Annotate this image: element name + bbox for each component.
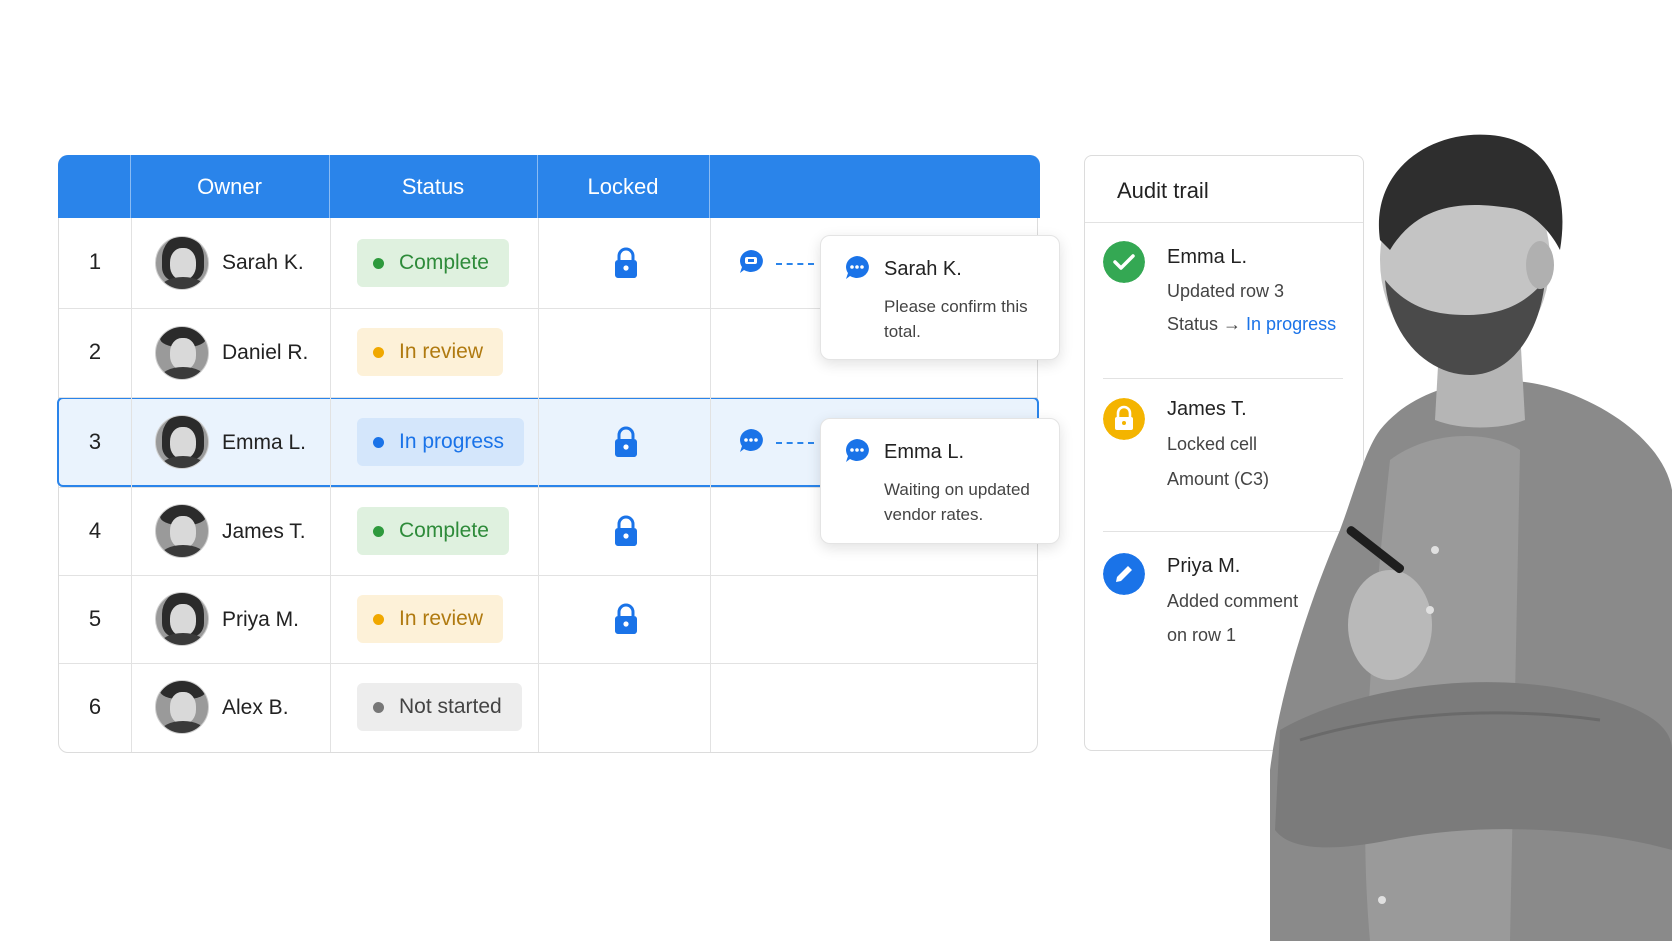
table-row[interactable]: 5 Priya M. In review: [59, 575, 1037, 663]
row-number: 4: [88, 518, 102, 543]
avatar: [155, 592, 209, 646]
table-row[interactable]: 6 Alex B. Not started: [59, 663, 1037, 752]
audit-action: Locked cell: [1167, 434, 1258, 454]
status-badge[interactable]: Not started: [357, 683, 522, 731]
comment-connector: [776, 442, 814, 444]
avatar: [155, 236, 209, 290]
row-number: 3: [88, 429, 102, 454]
table-header: Owner Status Locked: [58, 155, 1040, 218]
lock-icon[interactable]: [613, 603, 639, 635]
status-badge[interactable]: In review: [357, 595, 504, 643]
check-icon: [1103, 241, 1145, 283]
status-label: In review: [399, 607, 484, 630]
lock-icon[interactable]: [613, 247, 639, 279]
avatar: [155, 415, 209, 469]
avatar: [155, 326, 209, 380]
header-locked[interactable]: Locked: [537, 155, 709, 218]
avatar: [155, 680, 209, 734]
comment-author: Sarah K.: [884, 258, 962, 280]
audit-author: James T.: [1167, 398, 1247, 420]
comment-card[interactable]: Sarah K. Please confirm this total.: [820, 235, 1060, 360]
status-badge[interactable]: In progress: [357, 418, 525, 466]
row-number: 1: [88, 249, 102, 274]
header-owner[interactable]: Owner: [130, 155, 329, 218]
header-status[interactable]: Status: [329, 155, 537, 218]
owner-name: Alex B.: [222, 696, 289, 719]
owner-name: James T.: [222, 520, 306, 543]
owner-name: Sarah K.: [222, 251, 304, 274]
owner-name: Priya M.: [222, 608, 300, 631]
comment-icon[interactable]: [737, 427, 765, 455]
lock-icon: [1103, 398, 1145, 440]
status-label: Complete: [399, 519, 489, 542]
audit-trail-title: Audit trail: [1117, 178, 1209, 203]
row-number: 6: [88, 694, 102, 719]
avatar: [155, 504, 209, 558]
owner-name: Emma L.: [222, 431, 307, 454]
lock-icon[interactable]: [613, 515, 639, 547]
row-number: 2: [88, 339, 102, 364]
audit-action: Updated row 3: [1167, 281, 1285, 301]
audit-author: Priya M.: [1167, 555, 1241, 577]
status-label: Not started: [399, 695, 502, 718]
comment-connector: [776, 263, 814, 265]
comment-text: Please confirm this total.: [884, 297, 1028, 341]
comment-author: Emma L.: [884, 441, 965, 463]
pencil-icon: [1103, 553, 1145, 595]
status-label: In review: [399, 340, 484, 363]
audit-detail-prefix: Status →: [1167, 314, 1242, 334]
comment-icon[interactable]: [737, 248, 765, 276]
status-label: In progress: [399, 430, 505, 453]
comment-text: Waiting on updated vendor rates.: [884, 480, 1030, 524]
chat-bubble-icon: [846, 439, 869, 462]
status-badge[interactable]: Complete: [357, 507, 509, 555]
audit-detail: on row 1: [1167, 625, 1237, 645]
status-badge[interactable]: Complete: [357, 239, 509, 287]
lock-icon[interactable]: [613, 426, 639, 458]
audit-detail: Amount (C3): [1167, 469, 1270, 489]
owner-name: Daniel R.: [222, 341, 309, 364]
audit-author: Emma L.: [1167, 246, 1248, 268]
status-label: Complete: [399, 251, 489, 274]
status-badge[interactable]: In review: [357, 328, 504, 376]
row-number: 5: [88, 606, 102, 631]
comment-card[interactable]: Emma L. Waiting on updated vendor rates.: [820, 418, 1060, 544]
person-photo: [1270, 134, 1672, 941]
chat-bubble-icon: [846, 256, 869, 279]
